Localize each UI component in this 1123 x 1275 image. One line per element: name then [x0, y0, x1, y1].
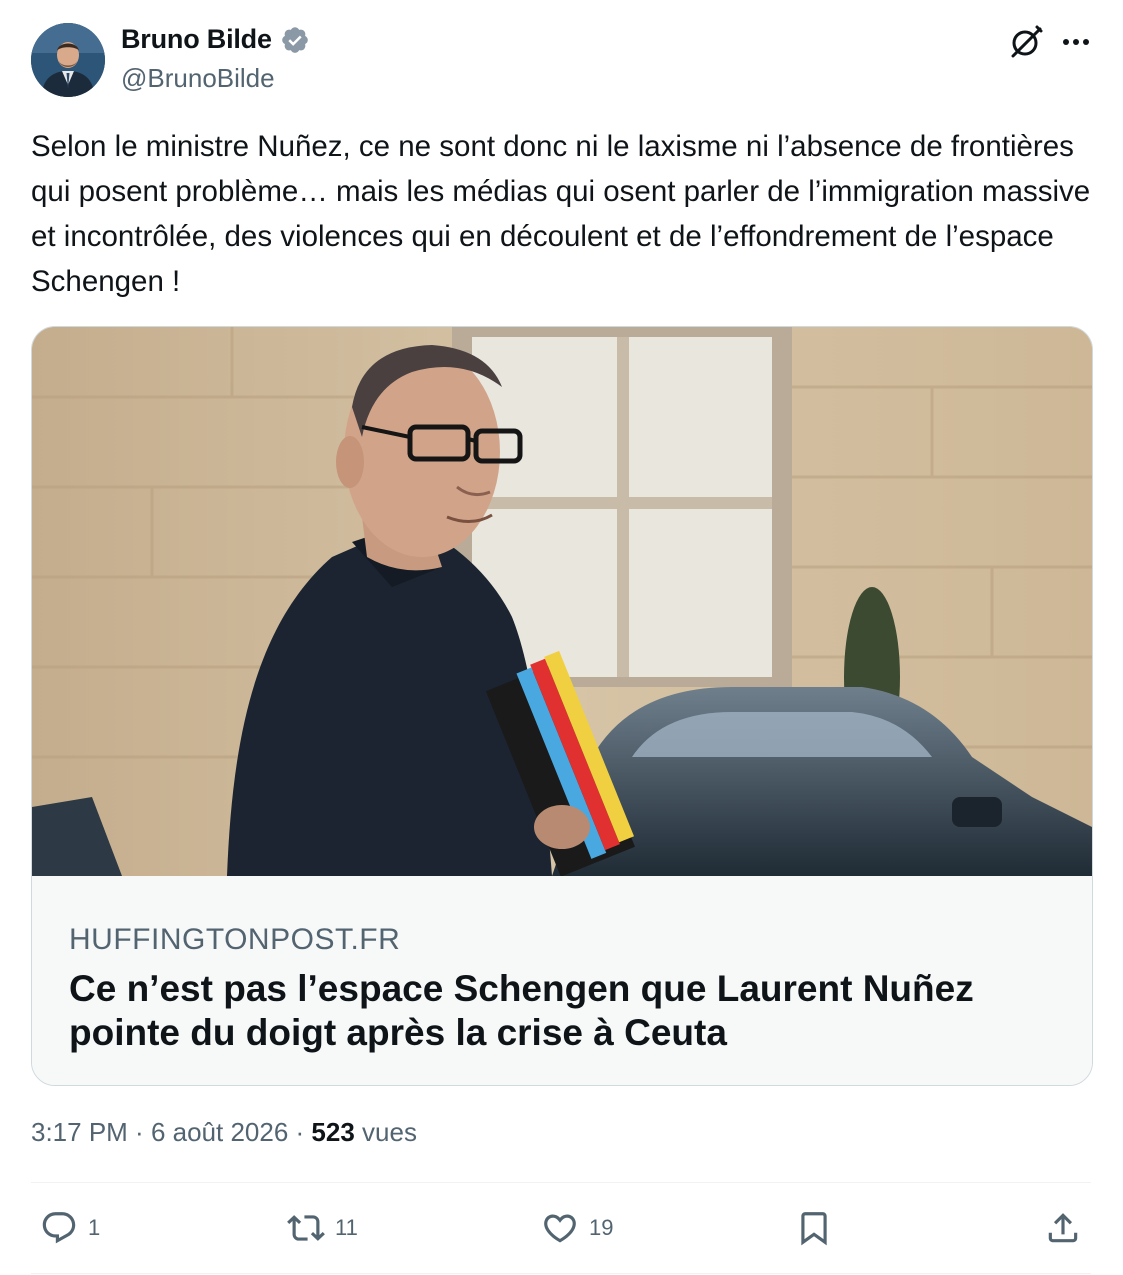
reply-count: 1 [88, 1215, 101, 1240]
share-button[interactable] [1044, 1208, 1082, 1248]
more-dots-icon [1063, 39, 1089, 45]
link-preview-card[interactable]: HUFFINGTONPOST.FR Ce n’est pas l’espace … [31, 326, 1093, 1086]
link-domain: HUFFINGTONPOST.FR [69, 923, 401, 956]
author-avatar[interactable] [31, 23, 105, 97]
bookmark-icon [801, 1212, 827, 1246]
reply-icon [42, 1212, 76, 1244]
retweet-button[interactable]: 11 [287, 1208, 358, 1248]
views-count: 523 [311, 1117, 355, 1147]
link-title[interactable]: Ce n’est pas l’espace Schengen que Laure… [69, 967, 1029, 1055]
divider [31, 1182, 1091, 1183]
reply-button[interactable]: 1 [40, 1208, 100, 1248]
tweet-meta: 3:17 PM · 6 août 2026 · 523 vues [31, 1117, 417, 1148]
author-name[interactable]: Bruno Bilde [121, 24, 310, 55]
divider [31, 1273, 1091, 1274]
article-image[interactable] [32, 327, 1092, 876]
tweet-date[interactable]: 6 août 2026 [151, 1117, 288, 1147]
meta-separator: · [288, 1117, 312, 1147]
views-label: vues [354, 1117, 417, 1147]
author-handle[interactable]: @BrunoBilde [121, 63, 275, 94]
share-icon [1048, 1213, 1078, 1243]
like-button[interactable]: 19 [541, 1208, 613, 1248]
tweet-text: Selon le ministre Nuñez, ce ne sont donc… [31, 130, 1091, 298]
link-card-footer[interactable]: HUFFINGTONPOST.FR Ce n’est pas l’espace … [32, 876, 1092, 1085]
bookmark-button[interactable] [795, 1208, 833, 1248]
profile-photo [31, 23, 105, 97]
tweet-time[interactable]: 3:17 PM [31, 1117, 128, 1147]
grok-icon [1011, 25, 1043, 58]
more-options-button[interactable] [1058, 26, 1094, 62]
heart-icon [544, 1214, 576, 1243]
verified-badge-icon [281, 26, 308, 53]
meta-separator: · [127, 1117, 151, 1147]
grok-button[interactable] [1007, 23, 1045, 61]
like-count: 19 [589, 1215, 614, 1240]
retweet-count: 11 [335, 1215, 358, 1240]
author-name-text[interactable]: Bruno Bilde [121, 24, 272, 55]
retweet-icon [287, 1215, 325, 1241]
